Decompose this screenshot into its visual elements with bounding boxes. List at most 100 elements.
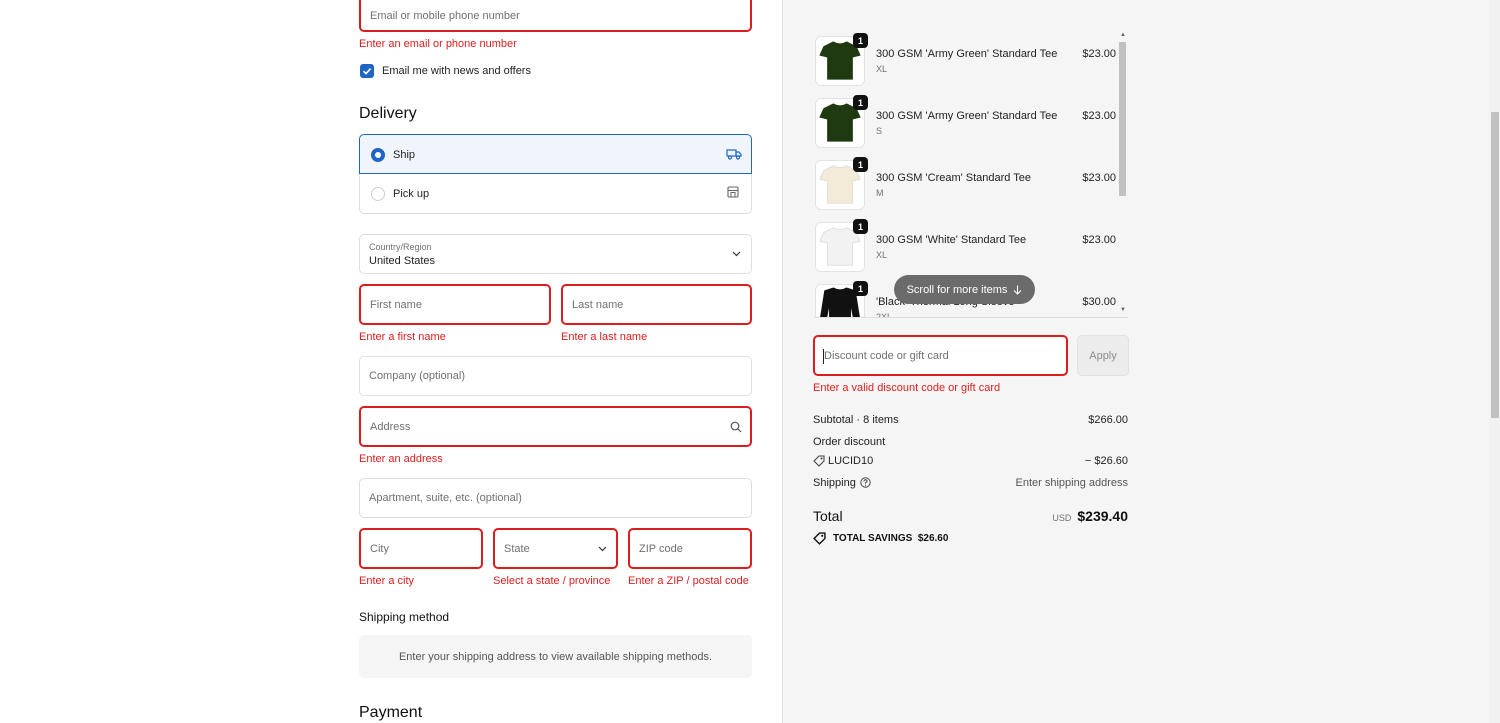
scroll-hint-pill[interactable]: Scroll for more items [894,275,1035,304]
search-icon [730,421,742,433]
country-value: United States [369,255,436,267]
total-amount: USD $239.40 [1052,508,1128,524]
cart-scrollbar-thumb[interactable] [1119,42,1126,196]
quantity-badge: 1 [853,33,868,48]
company-field[interactable]: Company (optional) [359,356,752,396]
check-icon [362,68,372,75]
product-variant: S [876,126,883,136]
first-name-error: Enter a first name [359,331,446,343]
first-name-field[interactable]: First name [359,284,551,325]
discount-error: Enter a valid discount code or gift card [813,382,1001,394]
shipping-method-message: Enter your shipping address to view avai… [359,635,752,678]
shipping-method-heading: Shipping method [359,610,450,624]
last-name-field[interactable]: Last name [561,284,752,325]
cart-item: 1 300 GSM 'Army Green' Standard Tee S $23.0… [813,95,1129,154]
city-error: Enter a city [359,575,415,587]
savings-label: TOTAL SAVINGS [833,533,913,544]
address-field[interactable]: Address [359,406,752,447]
store-icon [727,186,739,198]
newsletter-checkbox[interactable] [360,64,374,78]
quantity-badge: 1 [853,219,868,234]
help-icon[interactable] [860,477,871,488]
subtotal-value: $266.00 [1088,414,1128,426]
delivery-option-pickup[interactable]: Pick up [360,174,751,214]
product-price: $23.00 [1082,110,1116,122]
pickup-radio[interactable] [371,187,385,201]
ship-label: Ship [393,149,416,161]
quantity-badge: 1 [853,95,868,110]
apartment-placeholder: Apartment, suite, etc. (optional) [369,492,522,504]
product-variant: XL [876,64,888,74]
apply-button[interactable]: Apply [1077,335,1129,376]
product-name: 300 GSM 'Cream' Standard Tee [876,172,1032,184]
discount-code-label: LUCID10 [828,455,874,467]
state-placeholder: State [504,542,530,555]
product-price: $30.00 [1082,296,1116,308]
ship-radio[interactable] [371,148,385,162]
company-placeholder: Company (optional) [369,370,465,382]
last-name-error: Enter a last name [561,331,648,343]
scroll-hint-text: Scroll for more items [906,283,1008,296]
discount-value: − $26.60 [1084,455,1128,467]
zip-field[interactable]: ZIP code [628,528,752,569]
product-price: $23.00 [1082,172,1116,184]
discount-code-field[interactable]: Discount code or gift card [813,335,1068,376]
country-label: Country/Region [369,242,432,252]
email-placeholder: Email or mobile phone number [370,9,520,22]
product-variant: M [876,188,884,198]
page-scrollbar[interactable] [1489,0,1500,723]
product-name: 300 GSM 'White' Standard Tee [876,234,1027,246]
shipping-label: Shipping [813,477,856,489]
scroll-up-arrow-icon: ▲ [1120,32,1126,38]
zip-error: Enter a ZIP / postal code [628,575,749,587]
city-field[interactable]: City [359,528,483,569]
newsletter-label: Email me with news and offers [382,65,531,77]
pickup-label: Pick up [393,188,430,200]
checkout-form: Email or mobile phone number Enter an em… [0,0,782,723]
order-summary: 1 300 GSM 'Army Green' Standard Tee XL $23.… [782,0,1500,723]
delivery-options: Ship Pick up [359,134,752,214]
chevron-down-icon [732,251,741,257]
subtotal-label: Subtotal · 8 items [813,414,899,426]
delivery-heading: Delivery [359,105,417,122]
product-name: 300 GSM 'Army Green' Standard Tee [876,48,1058,60]
address-placeholder: Address [370,420,411,433]
first-name-placeholder: First name [370,298,422,311]
quantity-badge: 1 [853,281,868,296]
cart-scrollbar[interactable]: ▲ ▼ [1117,32,1127,318]
product-variant: XL [876,250,888,260]
truck-icon [726,149,742,160]
product-price: $23.00 [1082,234,1116,246]
arrow-down-icon [1014,285,1022,295]
quantity-badge: 1 [853,157,868,172]
state-error: Select a state / province [493,575,611,587]
payment-heading: Payment [359,704,423,721]
discount-placeholder: Discount code or gift card [824,349,949,362]
shipping-value: Enter shipping address [1015,477,1128,489]
city-placeholder: City [370,542,389,555]
currency-code: USD [1052,513,1072,523]
address-error: Enter an address [359,453,443,465]
savings-value: $26.60 [917,533,949,544]
chevron-down-icon [598,546,607,552]
product-name: 300 GSM 'Army Green' Standard Tee [876,110,1058,122]
cart-item: 1 300 GSM 'White' Standard Tee XL $23.00 [813,219,1129,278]
divider [814,317,1128,318]
page-scrollbar-thumb[interactable] [1491,112,1499,418]
total-label: Total [813,508,843,524]
last-name-placeholder: Last name [572,298,624,311]
email-field[interactable]: Email or mobile phone number [359,0,752,32]
scroll-down-arrow-icon: ▼ [1120,307,1126,313]
delivery-option-ship[interactable]: Ship [359,134,752,174]
email-error: Enter an email or phone number [359,38,517,50]
apartment-field[interactable]: Apartment, suite, etc. (optional) [359,478,752,518]
order-discount-label: Order discount [813,436,886,448]
savings-tag-icon [813,532,826,545]
state-select[interactable]: State [493,528,618,569]
tag-icon [813,455,825,467]
country-select[interactable]: Country/Region United States [359,234,752,274]
product-price: $23.00 [1082,48,1116,60]
cart-item: 1 300 GSM 'Army Green' Standard Tee XL $23.… [813,33,1129,92]
zip-placeholder: ZIP code [639,542,683,555]
total-savings: TOTAL SAVINGS $26.60 [833,533,948,544]
